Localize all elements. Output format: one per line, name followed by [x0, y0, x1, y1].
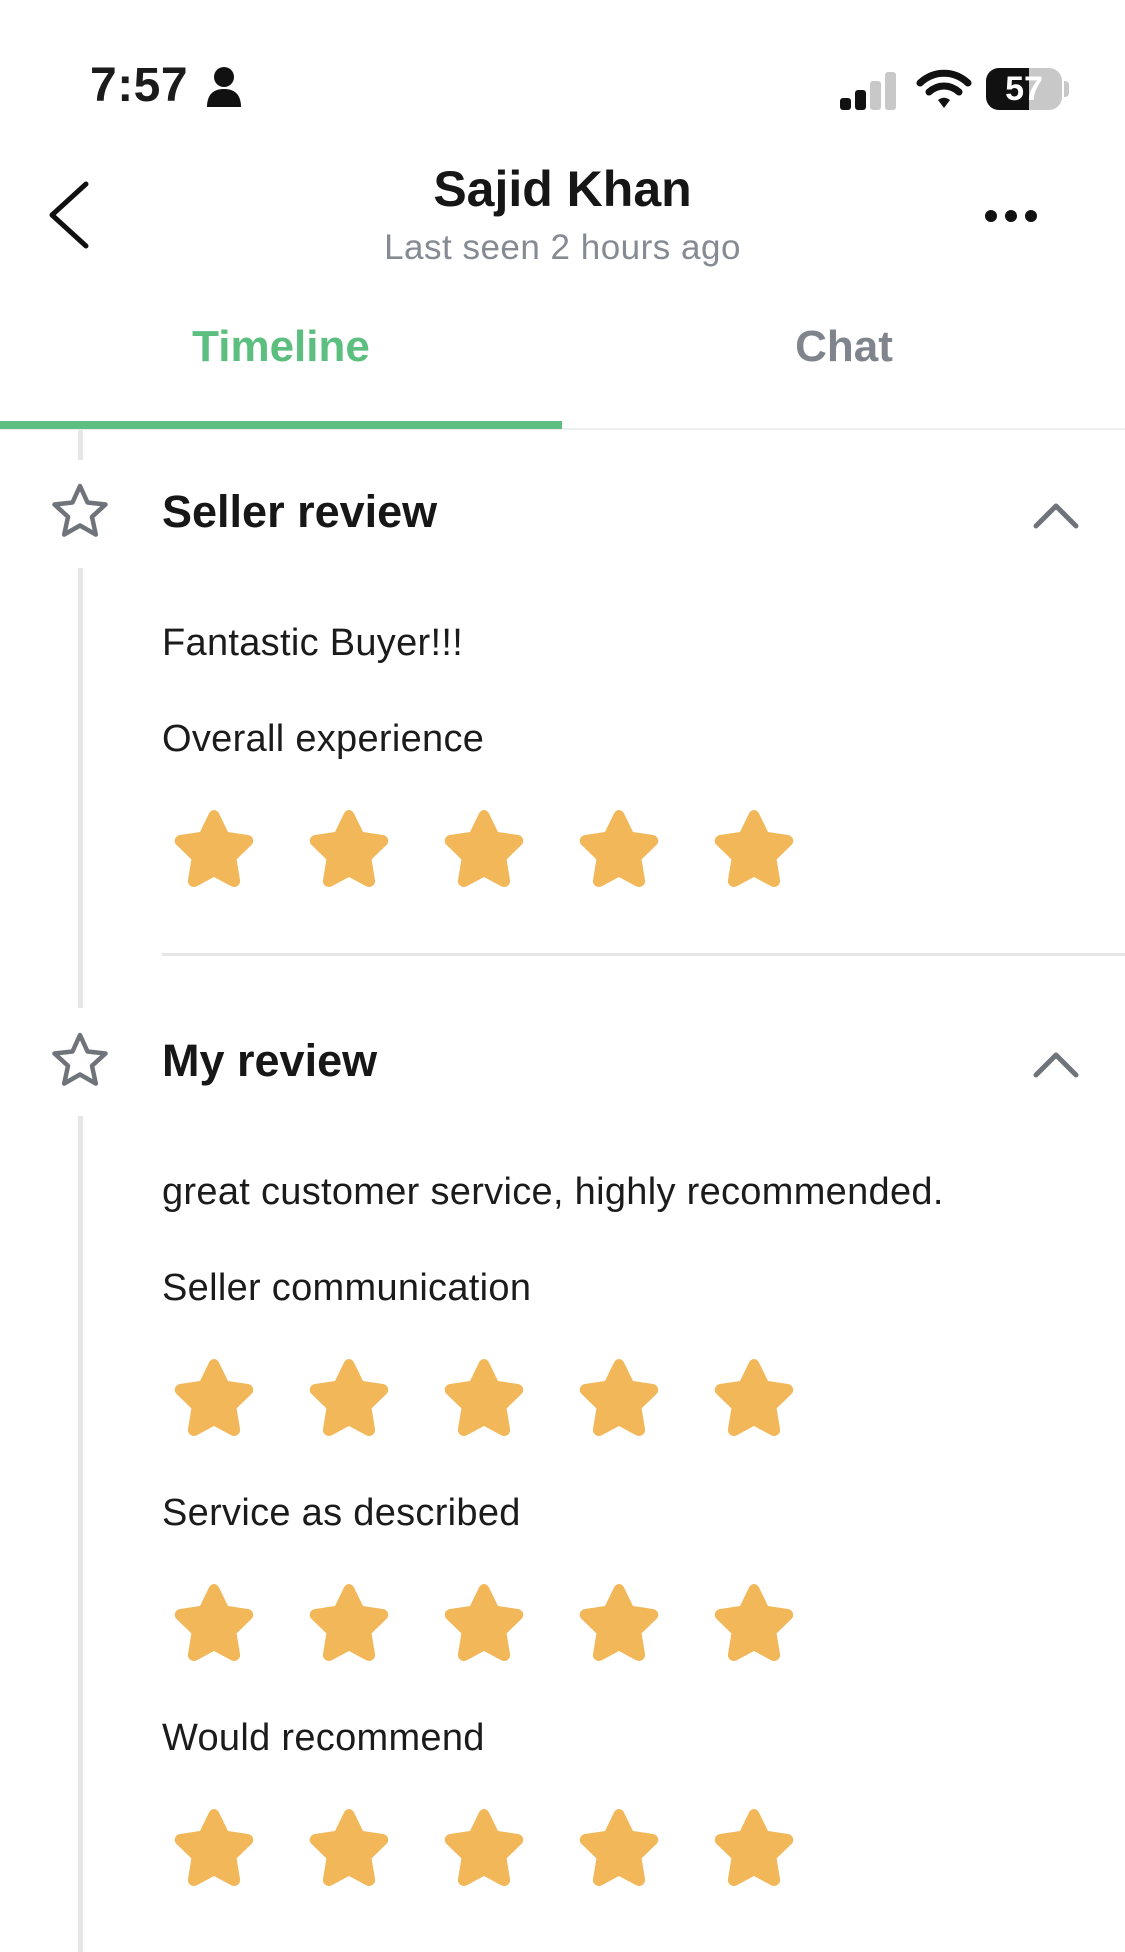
last-seen-status: Last seen 2 hours ago: [384, 228, 741, 267]
star-filled-icon: [702, 1349, 806, 1441]
star-filled-icon: [567, 1349, 671, 1441]
chevron-up-icon: [1033, 1052, 1079, 1078]
rating-label: Service as described: [162, 1492, 521, 1534]
star-filled-icon: [297, 800, 401, 892]
wifi-icon: [916, 68, 972, 112]
star-filled-icon: [162, 800, 266, 892]
timeline-line: [78, 568, 83, 1008]
battery-icon: 57: [986, 68, 1062, 110]
rating-label: Overall experience: [162, 718, 485, 760]
star-outline-icon: [49, 481, 111, 543]
tab-timeline[interactable]: Timeline: [0, 322, 562, 372]
chevron-up-icon: [1033, 503, 1079, 529]
star-filled-icon: [567, 800, 671, 892]
star-filled-icon: [432, 1799, 536, 1891]
contact-name: Sajid Khan: [433, 161, 692, 217]
star-filled-icon: [567, 1799, 671, 1891]
rating-stars: [162, 1574, 837, 1666]
star-filled-icon: [702, 1574, 806, 1666]
tab-chat[interactable]: Chat: [563, 322, 1125, 372]
star-filled-icon: [702, 1799, 806, 1891]
collapse-my-review-button[interactable]: [1030, 1045, 1082, 1081]
timeline-line: [78, 430, 83, 460]
star-filled-icon: [432, 1574, 536, 1666]
more-options-button[interactable]: [978, 196, 1048, 236]
star-filled-icon: [297, 1349, 401, 1441]
my-review-title: My review: [162, 1035, 378, 1086]
star-filled-icon: [297, 1799, 401, 1891]
section-divider: [162, 953, 1125, 956]
ellipsis-icon: [985, 210, 1037, 222]
star-filled-icon: [567, 1574, 671, 1666]
star-filled-icon: [162, 1799, 266, 1891]
star-filled-icon: [297, 1574, 401, 1666]
star-filled-icon: [432, 1349, 536, 1441]
battery-level: 57: [1005, 70, 1043, 108]
rating-stars: [162, 800, 837, 892]
seller-review-comment: Fantastic Buyer!!!: [162, 622, 464, 664]
status-time: 7:57: [90, 59, 189, 112]
seller-review-title: Seller review: [162, 486, 438, 537]
collapse-seller-review-button[interactable]: [1030, 496, 1082, 532]
person-icon: [206, 66, 242, 108]
star-filled-icon: [432, 800, 536, 892]
rating-label: Seller communication: [162, 1267, 532, 1309]
rating-stars: [162, 1349, 837, 1441]
cellular-signal-icon: [838, 72, 900, 112]
star-filled-icon: [702, 800, 806, 892]
active-tab-indicator: [0, 421, 562, 429]
star-filled-icon: [162, 1349, 266, 1441]
star-outline-icon: [49, 1030, 111, 1092]
rating-stars: [162, 1799, 837, 1891]
star-filled-icon: [162, 1574, 266, 1666]
rating-label: Would recommend: [162, 1717, 485, 1759]
timeline-line: [78, 1116, 83, 1952]
my-review-comment: great customer service, highly recommend…: [162, 1171, 944, 1213]
